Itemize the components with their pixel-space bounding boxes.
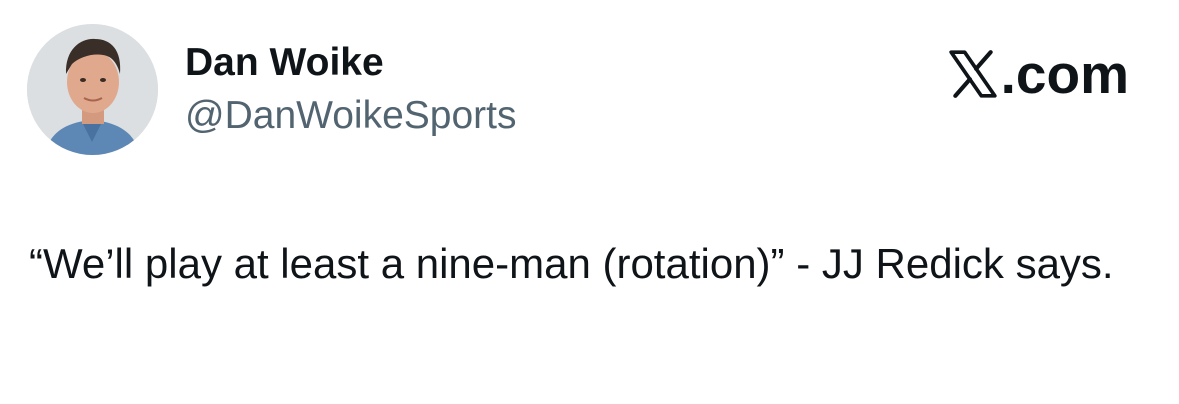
author-display-name[interactable]: Dan Woike (185, 40, 384, 86)
avatar[interactable] (27, 24, 158, 155)
tweet-text: “We’ll play at least a nine-man (rotatio… (29, 240, 1114, 287)
x-logo-icon (948, 50, 997, 98)
brand-label: .com (1000, 43, 1129, 105)
author-handle[interactable]: @DanWoikeSports (185, 93, 517, 139)
avatar-photo-icon (27, 24, 158, 155)
brand-x-com: .com (947, 42, 1129, 106)
